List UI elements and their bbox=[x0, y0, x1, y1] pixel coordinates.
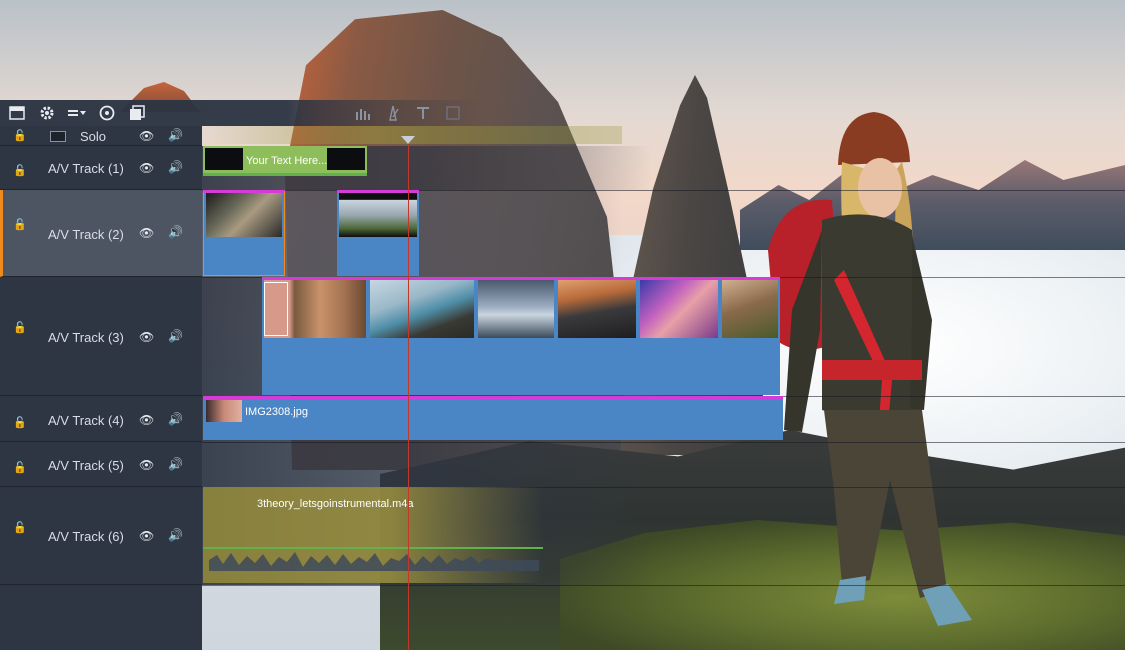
title-thumbnail bbox=[205, 148, 243, 170]
text-icon[interactable] bbox=[440, 100, 466, 126]
video-clip[interactable] bbox=[262, 277, 368, 395]
eye-icon[interactable]: 👁 bbox=[139, 129, 154, 143]
title-thumbnail bbox=[327, 148, 365, 170]
track-lane-2[interactable] bbox=[202, 190, 802, 277]
timeline-area[interactable]: Your Text Here... IMG2308.jpg 3theory_le… bbox=[202, 126, 1125, 650]
track-label: A/V Track (3) bbox=[48, 330, 124, 345]
lock-icon[interactable]: 🔓 bbox=[13, 461, 27, 474]
track-header-6[interactable]: 🔓 A/V Track (6) 👁 🔊 bbox=[0, 487, 202, 585]
track-label: A/V Track (1) bbox=[48, 161, 124, 176]
speaker-icon[interactable]: 🔊 bbox=[168, 528, 183, 542]
title-clip-label: Your Text Here... bbox=[246, 155, 328, 167]
eye-icon[interactable]: 👁 bbox=[139, 413, 154, 427]
lock-icon[interactable]: 🔓 bbox=[13, 164, 27, 177]
speaker-icon[interactable]: 🔊 bbox=[168, 160, 183, 174]
speaker-icon[interactable]: 🔊 bbox=[168, 128, 183, 142]
audio-levels-icon[interactable] bbox=[350, 100, 376, 126]
settings-gear-icon[interactable] bbox=[34, 100, 60, 126]
video-clip[interactable] bbox=[476, 277, 556, 395]
overlay-icon[interactable] bbox=[124, 100, 150, 126]
image-clip-label: IMG2308.jpg bbox=[245, 406, 308, 418]
track-header-4[interactable]: 🔓 A/V Track (4) 👁 🔊 bbox=[0, 396, 202, 442]
solo-row: 🔓 Solo 👁 🔊 bbox=[0, 126, 202, 146]
audio-clip-label: 3theory_letsgoinstrumental.m4a bbox=[257, 498, 414, 510]
eye-icon[interactable]: 👁 bbox=[139, 458, 154, 472]
transition-marker[interactable] bbox=[264, 282, 288, 336]
speaker-icon[interactable]: 🔊 bbox=[168, 225, 183, 239]
metronome-icon[interactable] bbox=[380, 100, 406, 126]
timeline-toolbar bbox=[0, 100, 480, 126]
speaker-icon[interactable]: 🔊 bbox=[168, 457, 183, 471]
audio-waveform bbox=[209, 552, 539, 571]
lock-icon[interactable]: 🔓 bbox=[13, 321, 27, 334]
track-options-icon[interactable] bbox=[64, 100, 90, 126]
eye-icon[interactable]: 👁 bbox=[139, 529, 154, 543]
title-clip[interactable]: Your Text Here... bbox=[203, 146, 367, 176]
solo-label[interactable]: Solo bbox=[80, 129, 106, 144]
video-clip[interactable] bbox=[368, 277, 476, 395]
track-label: A/V Track (5) bbox=[48, 458, 124, 473]
track-label: A/V Track (4) bbox=[48, 413, 124, 428]
lock-icon[interactable]: 🔓 bbox=[13, 129, 27, 142]
clip-thumbnail bbox=[206, 400, 242, 422]
playhead-handle[interactable] bbox=[401, 136, 415, 144]
clip-thumbnail bbox=[206, 193, 282, 237]
clip-thumbnail bbox=[722, 280, 778, 338]
track-header-1[interactable]: 🔓 A/V Track (1) 👁 🔊 bbox=[0, 146, 202, 190]
track-header-3[interactable]: 🔓 A/V Track (3) 👁 🔊 bbox=[0, 277, 202, 396]
clip-thumbnail bbox=[640, 280, 718, 338]
speaker-icon[interactable]: 🔊 bbox=[168, 329, 183, 343]
track-lane-5[interactable] bbox=[202, 442, 802, 487]
video-clip[interactable] bbox=[203, 190, 285, 276]
eye-icon[interactable]: 👁 bbox=[139, 161, 154, 175]
title-icon[interactable] bbox=[410, 100, 436, 126]
image-clip[interactable]: IMG2308.jpg bbox=[203, 396, 783, 440]
video-clip[interactable] bbox=[337, 190, 419, 276]
playhead[interactable] bbox=[408, 146, 409, 650]
video-clip[interactable] bbox=[720, 277, 780, 395]
lock-icon[interactable]: 🔓 bbox=[13, 416, 27, 429]
track-label: A/V Track (6) bbox=[48, 529, 124, 544]
video-clip[interactable] bbox=[638, 277, 720, 395]
clip-thumbnail bbox=[339, 193, 417, 237]
track-header-5[interactable]: 🔓 A/V Track (5) 👁 🔊 bbox=[0, 442, 202, 487]
lock-icon[interactable]: 🔓 bbox=[13, 521, 27, 534]
disc-icon[interactable] bbox=[94, 100, 120, 126]
audio-clip[interactable]: 3theory_letsgoinstrumental.m4a bbox=[203, 487, 543, 583]
storyboard-icon[interactable] bbox=[4, 100, 30, 126]
eye-icon[interactable]: 👁 bbox=[139, 226, 154, 240]
track-label: A/V Track (2) bbox=[48, 227, 124, 242]
clip-thumbnail bbox=[558, 280, 636, 338]
master-monitor-icon[interactable] bbox=[50, 130, 66, 145]
video-clip[interactable] bbox=[556, 277, 638, 395]
lock-icon[interactable]: 🔓 bbox=[13, 218, 27, 231]
eye-icon[interactable]: 👁 bbox=[139, 330, 154, 344]
track-header-2[interactable]: 🔓 A/V Track (2) 👁 🔊 bbox=[0, 190, 202, 277]
clip-thumbnail bbox=[478, 280, 554, 338]
speaker-icon[interactable]: 🔊 bbox=[168, 412, 183, 426]
clip-thumbnail bbox=[370, 280, 474, 338]
